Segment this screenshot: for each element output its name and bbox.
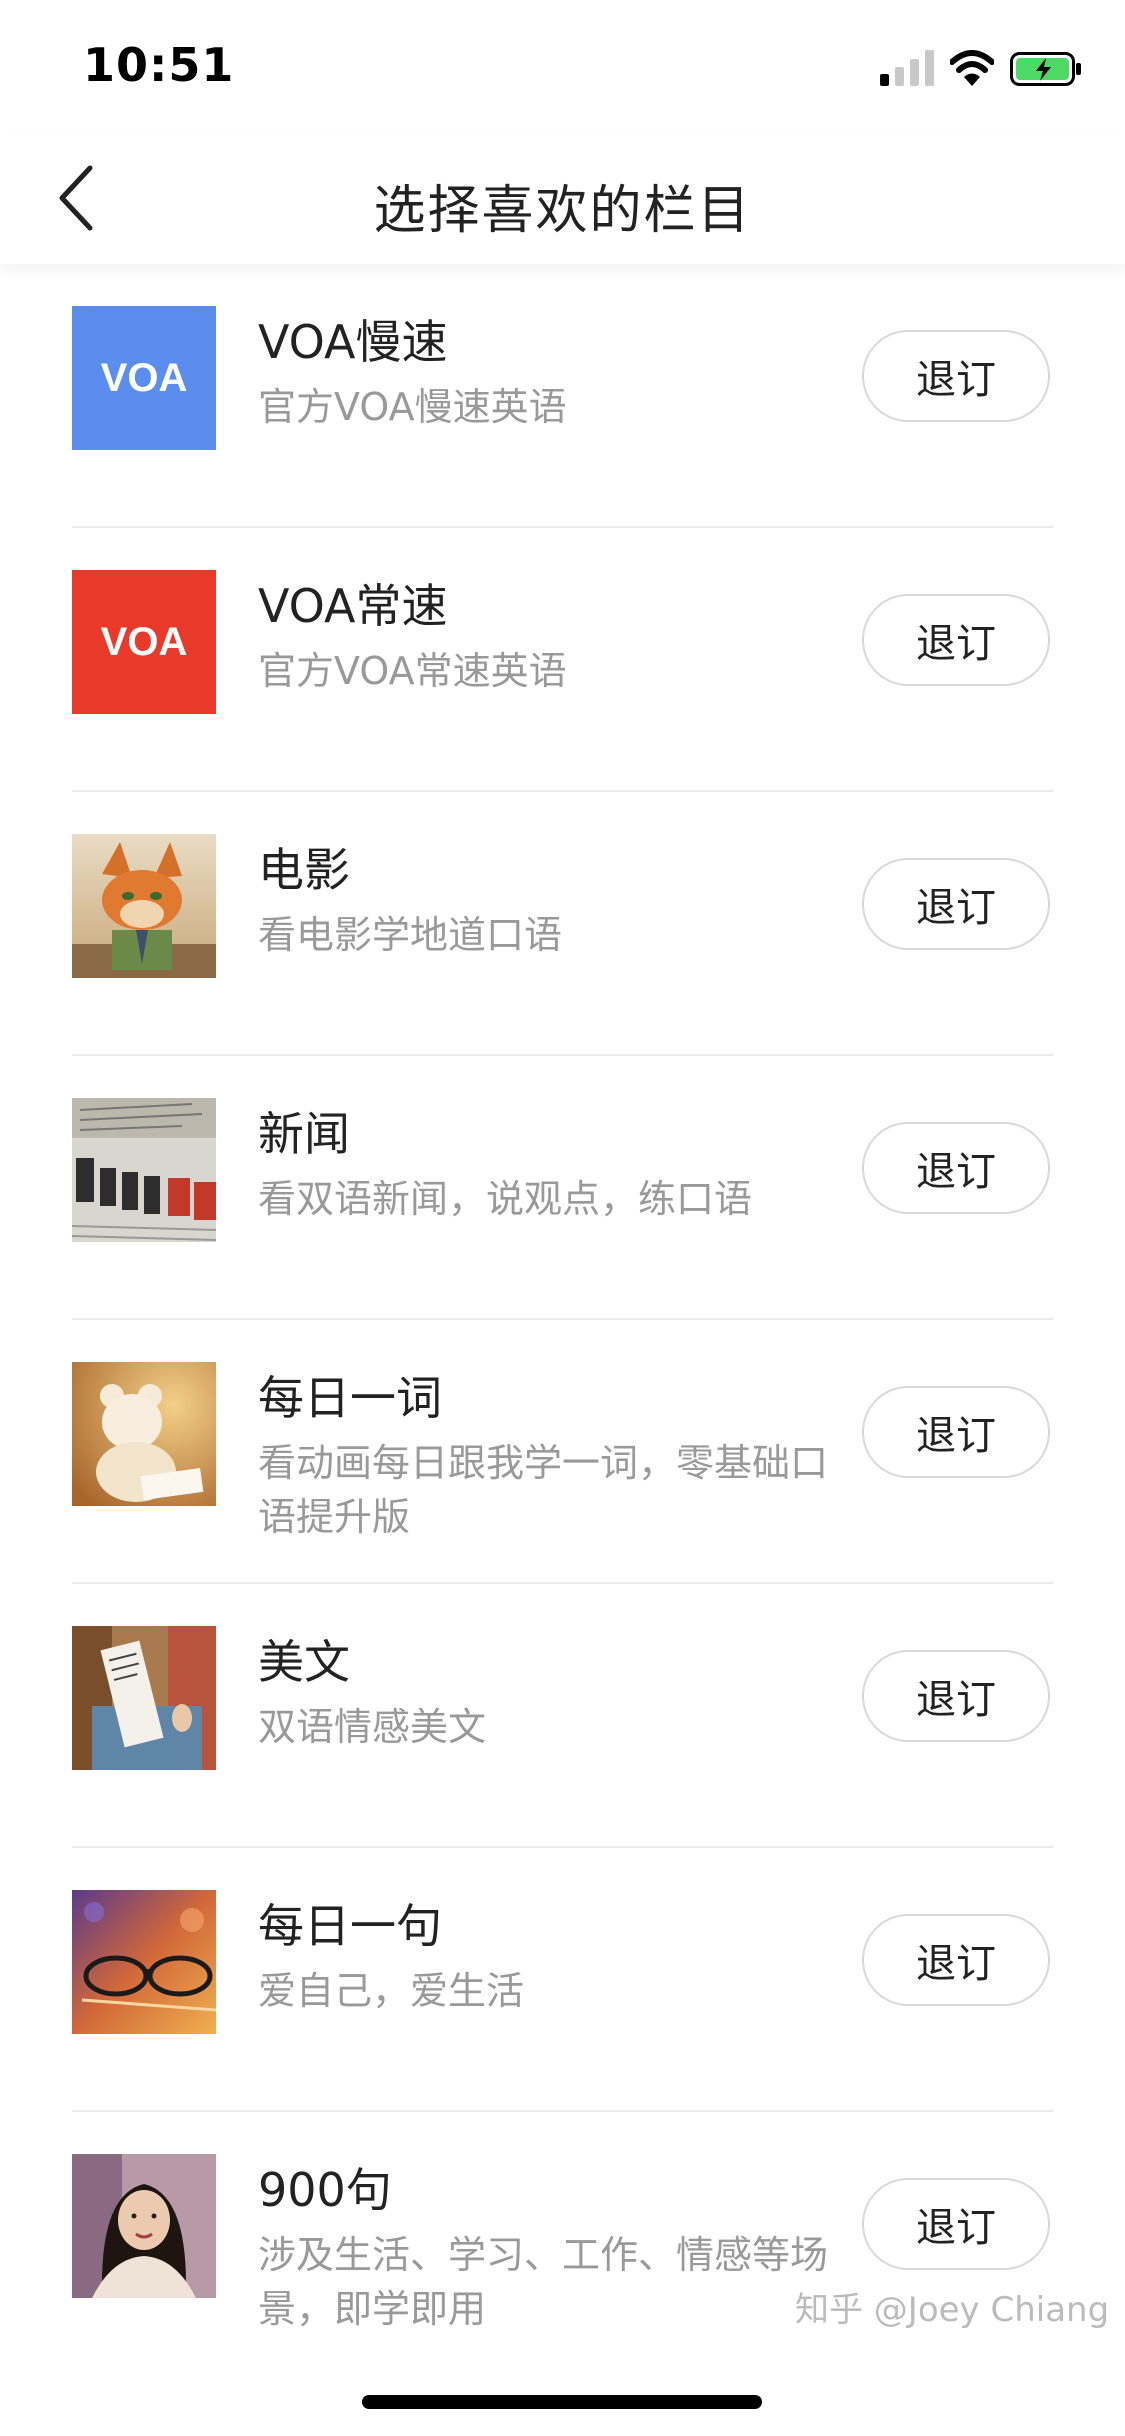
item-title: VOA慢速 <box>258 315 448 369</box>
item-title: VOA常速 <box>258 579 448 633</box>
book-thumbnail <box>72 1626 216 1770</box>
list-item: 每日一词 看动画每日跟我学一词，零基础口语提升版 退订 <box>0 1320 1125 1584</box>
subscription-list: VOA VOA慢速 官方VOA慢速英语 退订 VOA VOA常速 官方VOA常速… <box>0 264 1125 2376</box>
unsubscribe-button[interactable]: 退订 <box>862 594 1050 686</box>
unsubscribe-button[interactable]: 退订 <box>862 858 1050 950</box>
list-item: 每日一句 爱自己，爱生活 退订 <box>0 1848 1125 2112</box>
item-title: 新闻 <box>258 1107 350 1161</box>
unsubscribe-button[interactable]: 退订 <box>862 1122 1050 1214</box>
voa-standard-thumbnail: VOA <box>72 570 216 714</box>
item-subtitle: 爱自己，爱生活 <box>258 1969 525 2013</box>
nav-bar: 选择喜欢的栏目 <box>0 132 1125 264</box>
unsubscribe-button[interactable]: 退订 <box>862 1914 1050 2006</box>
unsubscribe-button[interactable]: 退订 <box>862 1650 1050 1742</box>
movie-fox-thumbnail <box>72 834 216 978</box>
list-item: VOA VOA慢速 官方VOA慢速英语 退订 <box>0 264 1125 528</box>
item-title: 电影 <box>258 843 350 897</box>
item-title: 900句 <box>258 2163 392 2217</box>
glasses-thumbnail <box>72 1890 216 2034</box>
status-bar: 10:51 <box>0 0 1125 132</box>
list-item: VOA VOA常速 官方VOA常速英语 退订 <box>0 528 1125 792</box>
battery-charging-icon <box>1010 52 1081 86</box>
list-item: 美文 双语情感美文 退订 <box>0 1584 1125 1848</box>
list-item: 新闻 看双语新闻，说观点，练口语 退订 <box>0 1056 1125 1320</box>
item-title: 美文 <box>258 1635 350 1689</box>
home-indicator <box>362 2395 762 2409</box>
wifi-icon <box>950 50 994 86</box>
portrait-thumbnail <box>72 2154 216 2298</box>
item-subtitle: 看双语新闻，说观点，练口语 <box>258 1177 753 1221</box>
item-subtitle: 双语情感美文 <box>258 1705 487 1749</box>
voa-logo-text: VOA <box>100 619 188 664</box>
item-title: 每日一句 <box>258 1899 442 1953</box>
voa-slow-thumbnail: VOA <box>72 306 216 450</box>
item-subtitle: 官方VOA慢速英语 <box>258 385 567 429</box>
voa-logo-text: VOA <box>100 355 188 400</box>
item-subtitle: 官方VOA常速英语 <box>258 649 567 693</box>
newspaper-thumbnail <box>72 1098 216 1242</box>
page-title: 选择喜欢的栏目 <box>373 181 752 241</box>
item-title: 每日一词 <box>258 1371 442 1425</box>
unsubscribe-button[interactable]: 退订 <box>862 330 1050 422</box>
item-subtitle: 看电影学地道口语 <box>258 913 563 957</box>
unsubscribe-button[interactable]: 退订 <box>862 1386 1050 1478</box>
item-subtitle: 看动画每日跟我学一词，零基础口语提升版 <box>258 1441 829 1539</box>
cellular-signal-icon <box>880 50 934 86</box>
item-subtitle: 涉及生活、学习、工作、情感等场景，即学即用 <box>258 2233 829 2331</box>
list-item: 900句 涉及生活、学习、工作、情感等场景，即学即用 退订 <box>0 2112 1125 2376</box>
list-item: 电影 看电影学地道口语 退订 <box>0 792 1125 1056</box>
teddy-bear-thumbnail <box>72 1362 216 1506</box>
watermark: 知乎 @Joey Chiang <box>795 2290 1110 2330</box>
unsubscribe-button[interactable]: 退订 <box>862 2178 1050 2270</box>
status-time: 10:51 <box>83 38 235 92</box>
